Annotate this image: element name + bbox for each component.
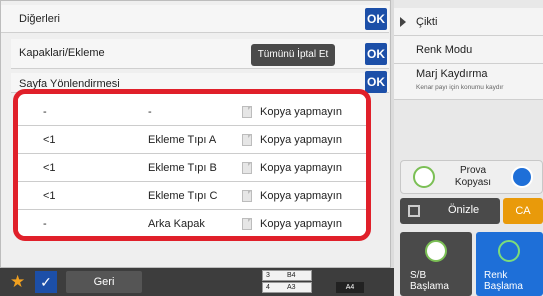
insert-list: - - Kopya yapmayın <1 Ekleme Tıpı A Kopy…: [13, 89, 371, 241]
type-cell: Ekleme Tıpı C: [148, 190, 218, 202]
dialog-header: Diğerleri OK: [1, 5, 389, 33]
copy-icon: [242, 106, 252, 118]
color-start-icon: [498, 240, 520, 262]
copy-icon: [242, 162, 252, 174]
list-item[interactable]: - Arka Kapak Kopya yapmayın: [18, 210, 366, 236]
list-item[interactable]: <1 Ekleme Tıpı A Kopya yapmayın: [18, 126, 366, 154]
proof-copy-button[interactable]: Prova Kopyası: [400, 160, 543, 194]
page-cell: <1: [43, 190, 56, 202]
list-item[interactable]: <1 Ekleme Tıpı C Kopya yapmayın: [18, 182, 366, 210]
type-cell: Ekleme Tıpı A: [148, 134, 217, 146]
proof-start-icon: [413, 166, 435, 188]
dialog-title: Diğerleri: [19, 13, 60, 25]
type-cell: Arka Kapak: [148, 218, 205, 230]
covers-ok-button[interactable]: OK: [365, 43, 387, 65]
others-dialog: Diğerleri OK Kapaklari/Ekleme OK Tümünü …: [0, 0, 391, 268]
type-cell: -: [148, 106, 152, 118]
tray-number: 4: [266, 284, 270, 291]
tray-size: A3: [287, 284, 296, 291]
clear-all-button[interactable]: CA: [503, 198, 543, 224]
bw-start-icon: [425, 240, 447, 262]
bw-start-button[interactable]: S/B Başlama: [400, 232, 472, 296]
output-item[interactable]: Çikti: [394, 8, 543, 36]
back-button[interactable]: Geri: [66, 271, 142, 293]
copy-icon: [242, 190, 252, 202]
copy-icon: [242, 218, 252, 230]
color-mode-label: Renk Modu: [416, 44, 473, 56]
preview-button[interactable]: Önizle: [400, 198, 500, 224]
proof-copy-label: Prova Kopyası: [454, 165, 492, 188]
output-label: Çikti: [416, 16, 438, 28]
list-item[interactable]: - - Kopya yapmayın: [18, 98, 366, 126]
copy-cell: Kopya yapmayın: [260, 190, 342, 202]
page-cell: <1: [43, 162, 56, 174]
preview-icon: [408, 205, 420, 217]
paper-size-indicator: A4: [336, 282, 364, 293]
color-start-label: Renk Başlama: [484, 270, 523, 292]
paper-tray-4: 4 A3: [262, 282, 312, 293]
color-mode-item[interactable]: Renk Modu: [394, 36, 543, 64]
type-cell: Ekleme Tıpı B: [148, 162, 217, 174]
copy-icon: [242, 134, 252, 146]
page-cell: -: [43, 106, 47, 118]
dialog-ok-button[interactable]: OK: [365, 8, 387, 30]
preview-label: Önizle: [448, 204, 480, 216]
bottom-bar: ★ ✓ Geri 3 B4 4 A3 A4: [0, 268, 394, 296]
copy-cell: Kopya yapmayın: [260, 162, 342, 174]
star-icon[interactable]: ★: [10, 272, 25, 292]
copy-cell: Kopya yapmayın: [260, 106, 342, 118]
covers-inserts-label: Kapaklari/Ekleme: [19, 47, 105, 59]
check-icon[interactable]: ✓: [35, 271, 57, 293]
color-start-button[interactable]: Renk Başlama: [476, 232, 543, 296]
copy-cell: Kopya yapmayın: [260, 134, 342, 146]
list-item[interactable]: <1 Ekleme Tıpı B Kopya yapmayın: [18, 154, 366, 182]
bw-start-label: S/B Başlama: [410, 270, 449, 292]
copy-cell: Kopya yapmayın: [260, 218, 342, 230]
cancel-all-button[interactable]: Tümünü İptal Et: [251, 44, 335, 66]
page-cell: <1: [43, 134, 56, 146]
tray-size: B4: [287, 272, 296, 279]
paper-tray-3: 3 B4: [262, 270, 312, 281]
play-icon: [400, 17, 406, 27]
margin-shift-label: Marj Kaydırma: [416, 68, 488, 80]
margin-shift-sub: Kenar payı için konumu kaydır: [416, 84, 504, 91]
orientation-ok-button[interactable]: OK: [365, 71, 387, 93]
proof-color-icon: [511, 166, 533, 188]
tray-number: 3: [266, 272, 270, 279]
margin-shift-item[interactable]: Marj Kaydırma Kenar payı için konumu kay…: [394, 64, 543, 100]
page-cell: -: [43, 218, 47, 230]
